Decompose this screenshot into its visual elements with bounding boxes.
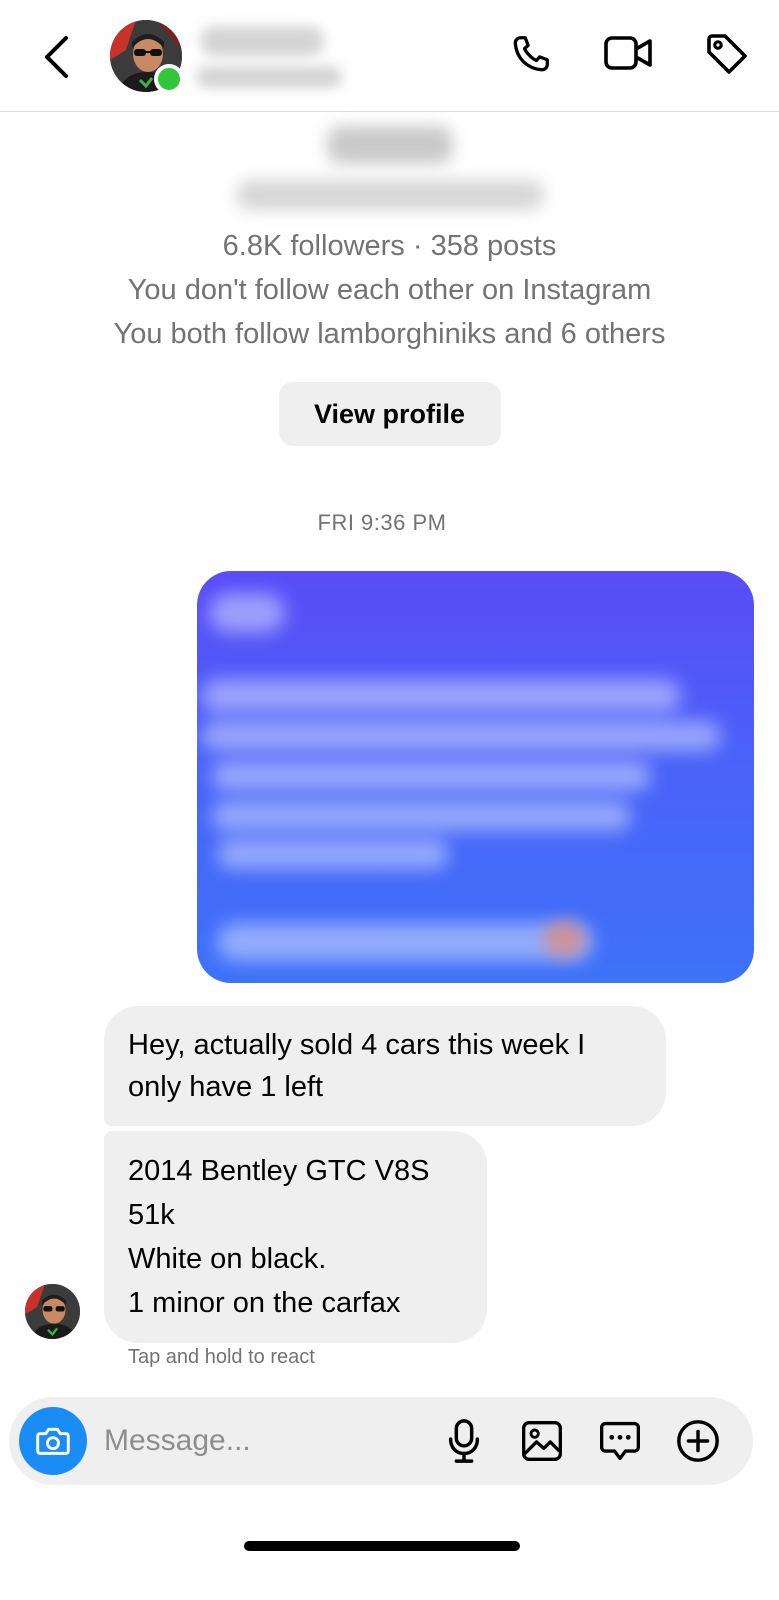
sender-avatar[interactable]: [25, 1284, 80, 1339]
message-input[interactable]: [104, 1416, 414, 1466]
followers-posts-count: 6.8K followers · 358 posts: [222, 230, 557, 262]
sticker-button[interactable]: [595, 1416, 645, 1466]
react-hint: Tap and hold to react: [128, 1346, 315, 1368]
contact-name-redacted[interactable]: [196, 22, 348, 92]
phone-icon: [513, 36, 549, 72]
profile-stats: 6.8K followers · 358 posts You don't fol…: [0, 224, 779, 356]
profile-summary: 6.8K followers · 358 posts You don't fol…: [0, 120, 779, 446]
composer-actions: [439, 1416, 723, 1466]
received-message-bubble[interactable]: Hey, actually sold 4 cars this week I on…: [104, 1006, 666, 1126]
online-status-dot: [154, 64, 184, 94]
voice-message-button[interactable]: [439, 1416, 489, 1466]
video-call-button[interactable]: [603, 28, 655, 80]
sticker-icon: [600, 1421, 640, 1461]
back-button[interactable]: [36, 30, 76, 84]
profile-name-redacted: [326, 126, 453, 164]
plus-icon: [677, 1420, 719, 1462]
message-line: 51k: [128, 1199, 175, 1231]
mutual-followers-text: You both follow lamborghiniks and 6 othe…: [113, 318, 666, 350]
message-line: White on black.: [128, 1243, 327, 1275]
tag-icon: [707, 34, 747, 74]
message-line: 1 minor on the carfax: [128, 1287, 401, 1319]
chat-header: [0, 0, 779, 112]
back-icon: [45, 36, 68, 78]
profile-handle-redacted: [235, 180, 544, 210]
view-profile-button[interactable]: View profile: [278, 382, 501, 446]
message-text: Hey, actually sold 4 cars this week I on…: [128, 1029, 586, 1103]
microphone-icon: [448, 1419, 480, 1463]
gallery-icon: [522, 1421, 562, 1461]
message-line: 2014 Bentley GTC V8S: [128, 1155, 430, 1187]
message-composer: [9, 1397, 753, 1485]
contact-avatar[interactable]: [110, 20, 184, 94]
more-options-button[interactable]: [673, 1416, 723, 1466]
camera-icon: [36, 1427, 70, 1455]
home-indicator: [244, 1541, 520, 1551]
tag-button[interactable]: [701, 28, 753, 80]
camera-button[interactable]: [19, 1407, 87, 1475]
video-camera-icon: [604, 36, 652, 70]
follow-status-text: You don't follow each other on Instagram: [127, 274, 652, 306]
header-actions: [505, 28, 753, 80]
message-timestamp: FRI 9:36 PM: [317, 510, 447, 535]
gallery-button[interactable]: [517, 1416, 567, 1466]
received-message-bubble[interactable]: 2014 Bentley GTC V8S 51k White on black.…: [104, 1131, 487, 1343]
sent-message-bubble-redacted[interactable]: [197, 571, 754, 983]
audio-call-button[interactable]: [505, 28, 557, 80]
